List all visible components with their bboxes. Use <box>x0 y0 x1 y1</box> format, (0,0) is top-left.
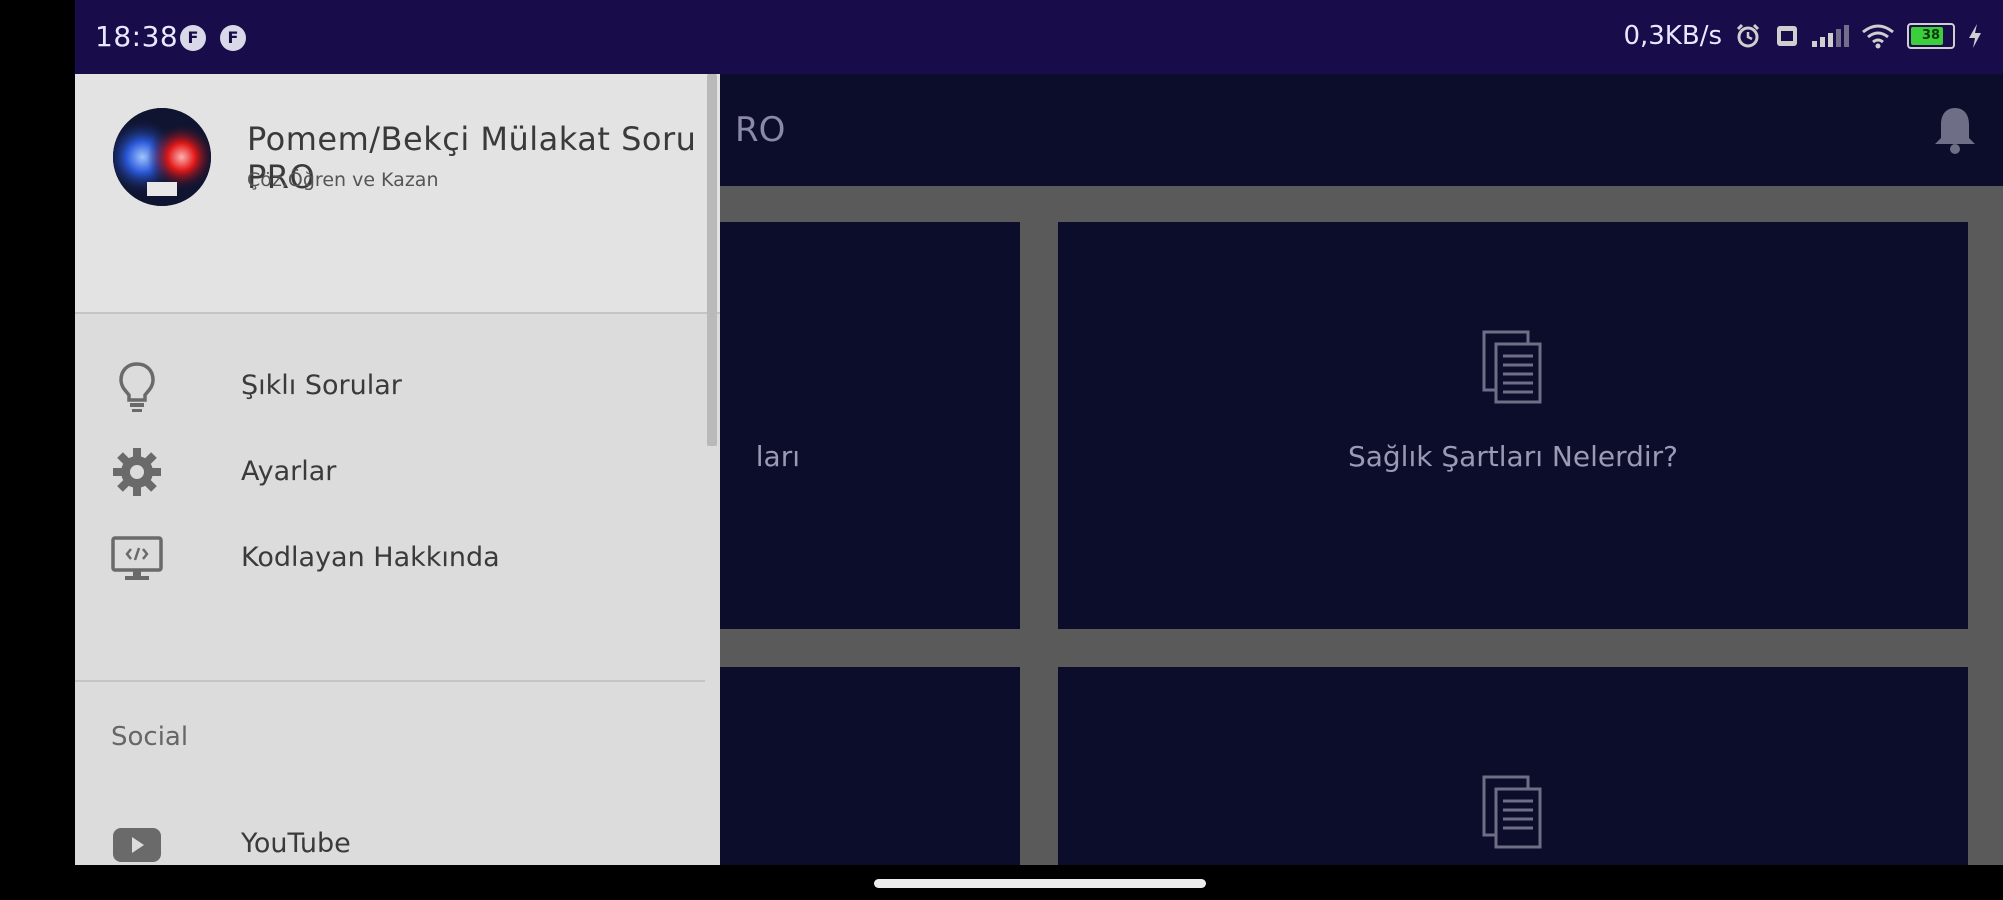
app-bar-title: RO <box>735 110 786 150</box>
sim-icon <box>1777 26 1797 46</box>
status-time: 18:38 <box>95 20 179 53</box>
system-nav-bar <box>0 865 2003 900</box>
notification-icon: F <box>180 25 206 51</box>
status-right-group: 0,3KB/s 38 <box>1623 18 1983 54</box>
monitor-code-icon <box>111 536 163 580</box>
drawer-item-label: Kodlayan Hakkında <box>241 542 500 573</box>
drawer-item-youtube[interactable]: YouTube <box>75 794 705 865</box>
document-icon <box>1482 330 1542 404</box>
status-bar: 18:38 F F 0,3KB/s 38 <box>75 0 2003 74</box>
app-avatar <box>113 108 211 206</box>
home-indicator[interactable] <box>874 879 1206 888</box>
drawer-item-label: Şıklı Sorular <box>241 370 402 401</box>
signal-icon <box>1812 25 1849 47</box>
drawer-header: Pomem/Bekçi Mülakat Soru PRO Çöz,Öğren v… <box>75 74 720 314</box>
menu-card[interactable] <box>1058 667 1968 865</box>
youtube-icon <box>113 828 161 862</box>
drawer-item-kodlayan-hakkinda[interactable]: Kodlayan Hakkında <box>75 508 705 608</box>
wifi-icon <box>1862 24 1894 49</box>
bell-icon[interactable] <box>1927 102 1983 158</box>
drawer-item-label: YouTube <box>241 828 351 859</box>
drawer-divider <box>75 680 705 682</box>
lightbulb-icon <box>119 362 155 412</box>
charging-icon <box>1969 24 1981 48</box>
network-speed: 0,3KB/s <box>1623 21 1722 51</box>
drawer-item-siklı-sorular[interactable]: Şıklı Sorular <box>75 336 705 436</box>
notification-icon: F <box>220 25 246 51</box>
drawer-app-subtitle: Çöz,Öğren ve Kazan <box>247 169 439 191</box>
gear-icon <box>113 448 161 496</box>
document-icon <box>1482 775 1542 849</box>
menu-card[interactable]: Sağlık Şartları Nelerdir? <box>1058 222 1968 629</box>
drawer-scrollbar[interactable] <box>707 74 717 446</box>
alarm-icon <box>1736 23 1760 48</box>
drawer-section-title: Social <box>111 722 189 752</box>
drawer-item-ayarlar[interactable]: Ayarlar <box>75 422 705 522</box>
drawer-item-label: Ayarlar <box>241 456 337 487</box>
battery-icon: 38 <box>1907 23 1955 49</box>
navigation-drawer: Pomem/Bekçi Mülakat Soru PRO Çöz,Öğren v… <box>75 74 720 865</box>
app-screen: 18:38 F F 0,3KB/s 38 RO ları Sağlık Şart… <box>75 0 2003 865</box>
card-label: Sağlık Şartları Nelerdir? <box>1347 440 1679 473</box>
police-light-icon <box>113 108 211 206</box>
battery-level: 38 <box>1921 28 1941 43</box>
